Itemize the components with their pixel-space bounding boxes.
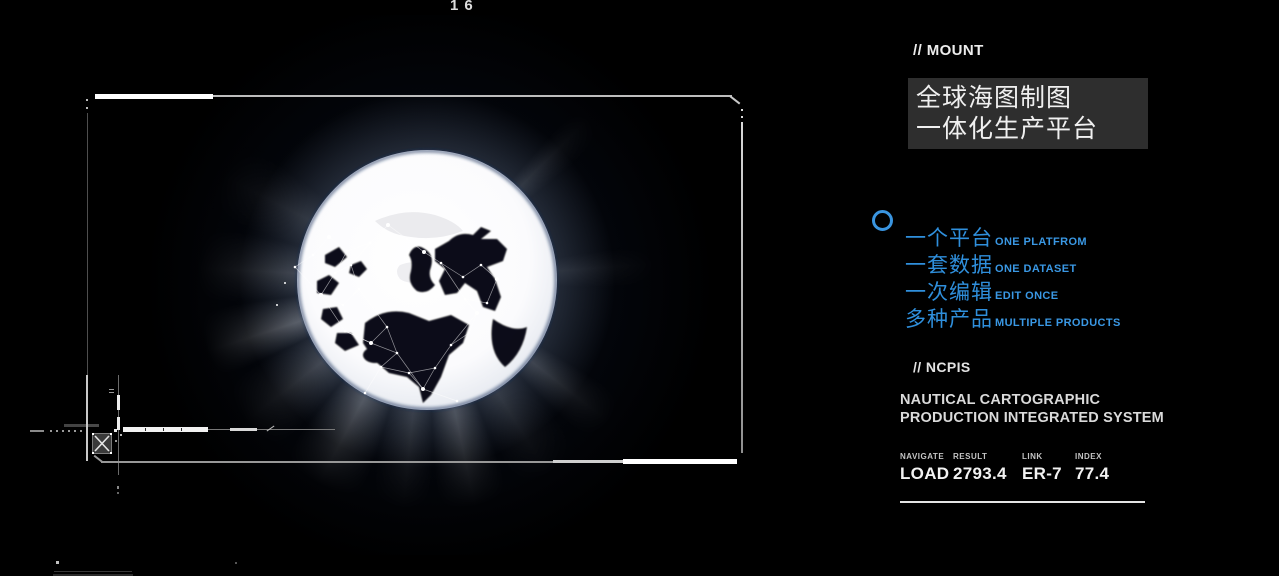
frame-bottom-line [101, 461, 553, 463]
globe-visualization [225, 105, 635, 475]
scale-dot [50, 430, 52, 432]
marker-dot [115, 440, 117, 442]
scale-dot [74, 430, 76, 432]
marker-dot [114, 429, 117, 432]
frame-left-line [87, 113, 88, 375]
feature-cn-label: 一次编辑 [905, 276, 993, 306]
stat-index: INDEX 77.4 [1075, 452, 1109, 484]
bottom-dot [56, 561, 59, 564]
scale-dash [30, 430, 44, 432]
presentation-screen: 16 [0, 0, 1279, 576]
feature-item: 一套数据 ONE DATASET [905, 249, 1121, 276]
scale-bar-tick [181, 428, 182, 431]
feature-item: 一次编辑 EDIT ONCE [905, 276, 1121, 303]
frame-dot [117, 486, 119, 489]
feature-item: 多种产品 MULTIPLE PRODUCTS [905, 303, 1121, 330]
stat-label: LINK [1022, 452, 1062, 461]
frame-dot [741, 116, 743, 118]
page-number: 16 [450, 0, 479, 14]
frame-top-line [213, 95, 732, 97]
stat-navigate: NAVIGATE LOAD [900, 452, 949, 484]
system-name-line-1: NAUTICAL CARTOGRAPHIC [900, 391, 1164, 409]
frame-bottom-line-mid [553, 460, 623, 463]
feature-cn-label: 一个平台 [905, 222, 993, 252]
ncpis-section-label: // NCPIS [913, 359, 971, 375]
scale-line [208, 429, 335, 430]
title-line-2: 一体化生产平台 [916, 114, 1148, 145]
scale-dot [68, 430, 70, 432]
scale-dot [62, 430, 64, 432]
corner-dot [110, 452, 112, 454]
frame-bottom-bar [623, 459, 737, 464]
frame-dot [117, 492, 119, 494]
marker-dot [120, 434, 122, 436]
feature-bullet-ring [872, 210, 893, 231]
feature-item: 一个平台 ONE PLATFROM [905, 222, 1121, 249]
stat-value: LOAD [900, 464, 949, 484]
feature-cn-label: 一套数据 [905, 249, 993, 279]
frame-left-line-bright [86, 375, 88, 461]
micro-text-mark [88, 424, 99, 427]
system-name-line-2: PRODUCTION INTEGRATED SYSTEM [900, 409, 1164, 427]
corner-dot [92, 452, 94, 454]
title-line-1: 全球海图制图 [916, 83, 1148, 114]
frame-inner-segment [117, 395, 120, 410]
feature-en-label: MULTIPLE PRODUCTS [995, 317, 1121, 329]
stat-label: INDEX [1075, 452, 1109, 461]
scale-dot [80, 430, 82, 432]
stat-value: 2793.4 [953, 464, 1007, 484]
stat-label: RESULT [953, 452, 1007, 461]
bottom-dot [235, 562, 237, 564]
tick-mark [109, 392, 114, 393]
stats-underline [900, 501, 1145, 503]
stat-value: ER-7 [1022, 464, 1062, 484]
feature-en-label: ONE PLATFROM [995, 236, 1087, 248]
feature-cn-label: 多种产品 [905, 303, 993, 333]
frame-dot [86, 107, 88, 109]
tick-mark [109, 389, 114, 390]
feature-en-label: ONE DATASET [995, 263, 1077, 275]
feature-list: 一个平台 ONE PLATFROM 一套数据 ONE DATASET 一次编辑 … [905, 222, 1121, 330]
title-panel: 全球海图制图 一体化生产平台 [908, 78, 1148, 149]
frame-dot [86, 99, 88, 101]
crosshair-box [92, 433, 112, 454]
stat-link: LINK ER-7 [1022, 452, 1062, 484]
stat-result: RESULT 2793.4 [953, 452, 1007, 484]
frame-inner-segment [117, 417, 120, 430]
frame-right-line [741, 122, 743, 453]
scale-line-bright [230, 428, 257, 431]
scale-dot [56, 430, 58, 432]
micro-text-mark [64, 424, 86, 427]
feature-en-label: EDIT ONCE [995, 290, 1059, 302]
corner-dot [92, 433, 94, 435]
scale-bar-tick [163, 428, 164, 431]
system-name: NAUTICAL CARTOGRAPHIC PRODUCTION INTEGRA… [900, 391, 1164, 427]
frame-top-bar [95, 94, 213, 99]
frame-dot [741, 109, 743, 111]
bottom-faint-line [54, 571, 132, 572]
mount-section-label: // MOUNT [913, 42, 984, 59]
frame-corner-diagonal [730, 96, 741, 105]
scale-bar [123, 427, 208, 432]
stat-value: 77.4 [1075, 464, 1109, 484]
scale-bar-tick [145, 428, 146, 431]
stat-label: NAVIGATE [900, 452, 949, 461]
corner-dot [110, 433, 112, 435]
